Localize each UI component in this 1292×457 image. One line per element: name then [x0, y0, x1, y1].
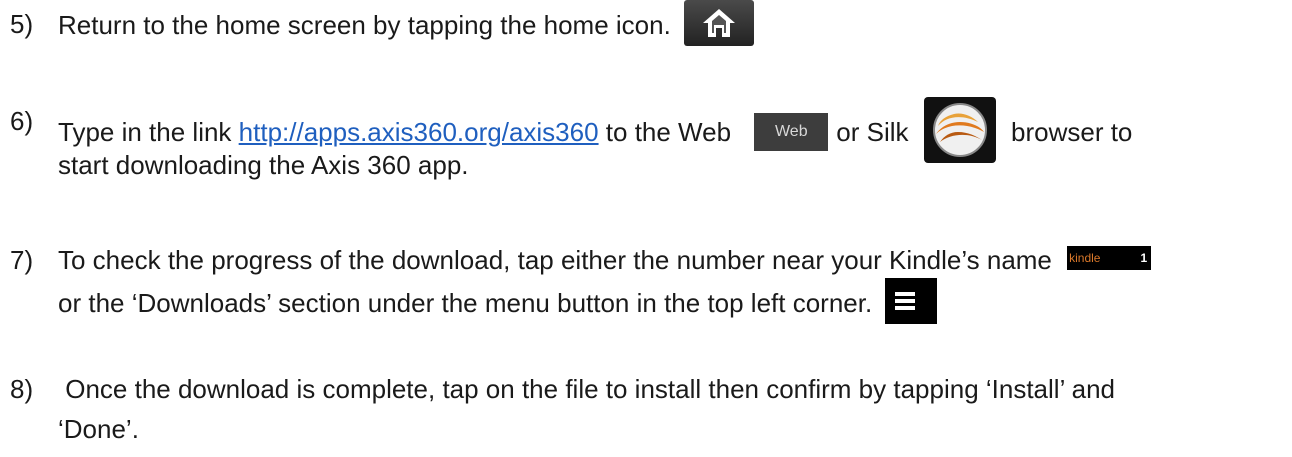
step-6-instruction-end: browser to	[1011, 116, 1133, 147]
step-6-instruction-start: Type in the link	[58, 116, 239, 147]
step-number: 6)	[10, 106, 34, 136]
download-count: 1	[1140, 251, 1148, 266]
step-line: Once the download is complete, tap on th…	[58, 374, 1115, 404]
step-text: To check the progress of the download, t…	[58, 240, 1278, 328]
step-6-instruction-mid: to the Web	[598, 116, 732, 147]
step-text: Return to the home screen by tapping the…	[58, 0, 1278, 50]
step-number: 8)	[10, 374, 34, 404]
menu-bar	[895, 292, 916, 296]
step-line: or the ‘Downloads’ section under the men…	[58, 278, 1278, 328]
web-browser-button[interactable]: Web	[754, 113, 829, 151]
step-7-instruction-line2: or the ‘Downloads’ section under the men…	[58, 287, 873, 318]
step-line: Return to the home screen by tapping the…	[58, 0, 1278, 50]
axis360-link[interactable]: http://apps.axis360.org/axis360	[239, 117, 599, 147]
menu-icon[interactable]	[885, 278, 938, 324]
kindle-name-label: kindle	[1069, 251, 1101, 266]
menu-bar	[895, 306, 916, 310]
step-text: Type in the link http://apps.axis360.org…	[58, 97, 1278, 185]
step-5-instruction: Return to the home screen by tapping the…	[58, 9, 671, 40]
step-line: start downloading the Axis 360 app.	[58, 150, 469, 180]
step-text: Once the download is complete, tap on th…	[58, 369, 1278, 449]
step-number: 5)	[10, 9, 34, 39]
step-line: To check the progress of the download, t…	[58, 240, 1278, 280]
silk-logo-icon	[932, 103, 987, 157]
step-line: ‘Done’.	[58, 414, 139, 444]
kindle-notification-badge[interactable]: kindle 1	[1067, 246, 1152, 271]
step-number: 7)	[10, 245, 34, 275]
home-glyph-icon	[703, 9, 736, 37]
menu-bar	[895, 299, 916, 303]
step-line: Type in the link http://apps.axis360.org…	[58, 97, 1278, 163]
home-icon[interactable]	[684, 0, 755, 46]
silk-browser-icon[interactable]	[923, 97, 996, 163]
step-7-instruction-line1: To check the progress of the download, t…	[58, 245, 1052, 275]
step-6-or-silk: or Silk	[836, 116, 909, 147]
